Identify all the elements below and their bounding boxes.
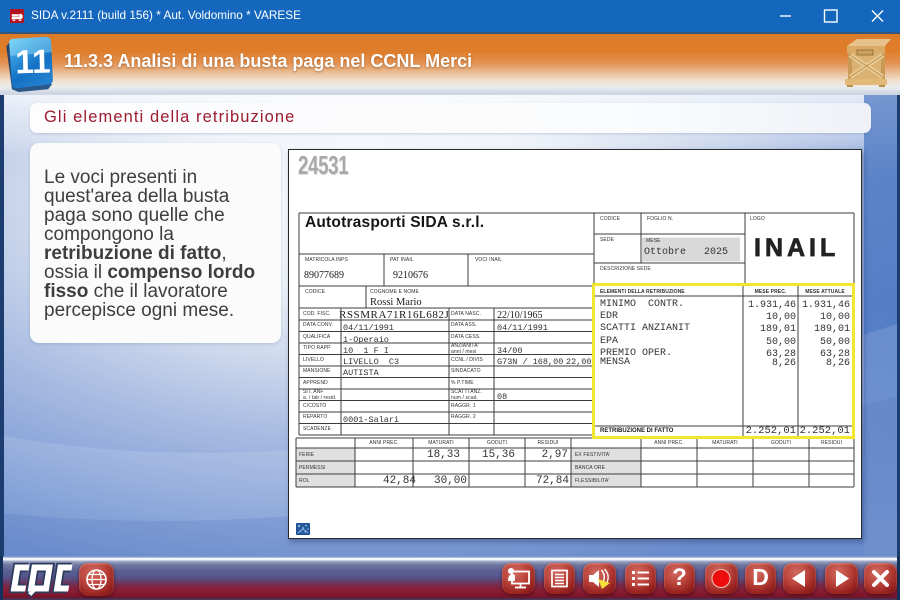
svg-text:11: 11 — [15, 44, 51, 82]
